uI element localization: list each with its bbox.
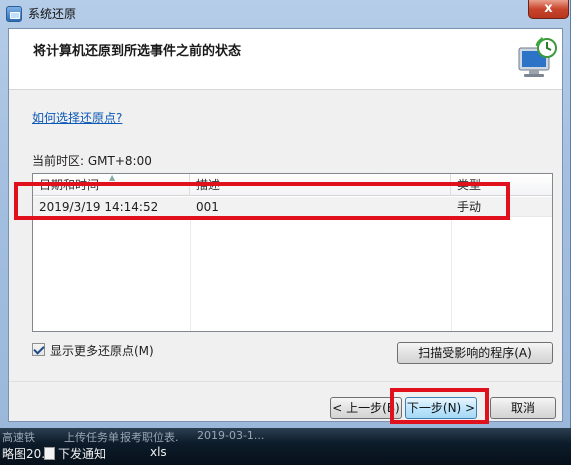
page-title: 将计算机还原到所选事件之前的状态	[33, 44, 242, 59]
show-more-checkbox[interactable]	[32, 343, 45, 356]
header-band: 将计算机还原到所选事件之前的状态	[9, 29, 562, 90]
sort-arrow-icon: ▲	[109, 173, 116, 182]
title-bar[interactable]: 系统还原 x	[0, 0, 571, 28]
restore-monitor-icon	[518, 37, 557, 77]
annotation-box-next-button	[390, 388, 489, 424]
file-icon	[44, 447, 55, 460]
desktop-taskbar-strip: 高速铁 上传任务单 报考职位表. 2019-03-1... 略图20... 下发…	[0, 428, 571, 465]
taskbar-item[interactable]: 2019-03-1...	[197, 429, 264, 442]
system-restore-icon	[6, 6, 22, 22]
show-more-label: 显示更多还原点(M)	[50, 344, 154, 358]
timezone-label: 当前时区: GMT+8:00	[32, 154, 152, 168]
taskbar-item[interactable]: 高速铁	[2, 429, 35, 445]
taskbar-item[interactable]: 上传任务单	[64, 429, 119, 445]
column-divider	[190, 217, 191, 331]
close-button[interactable]: x	[528, 0, 569, 19]
how-to-choose-restore-point-link[interactable]: 如何选择还原点?	[32, 109, 122, 126]
taskbar-item[interactable]: 报考职位表.	[120, 429, 179, 445]
column-divider	[451, 217, 452, 331]
window-title: 系统还原	[28, 7, 77, 21]
taskbar-item[interactable]: 下发通知	[58, 445, 106, 462]
footer-divider	[9, 381, 562, 382]
cancel-button[interactable]: 取消	[490, 397, 556, 419]
taskbar-item[interactable]: xls	[150, 445, 167, 459]
dialog-client-area: 将计算机还原到所选事件之前的状态 如何选择还原点? 当前时区: GMT+8:00…	[8, 28, 563, 422]
scan-affected-programs-button[interactable]: 扫描受影响的程序(A)	[397, 342, 553, 364]
annotation-box-restore-point	[14, 182, 510, 220]
